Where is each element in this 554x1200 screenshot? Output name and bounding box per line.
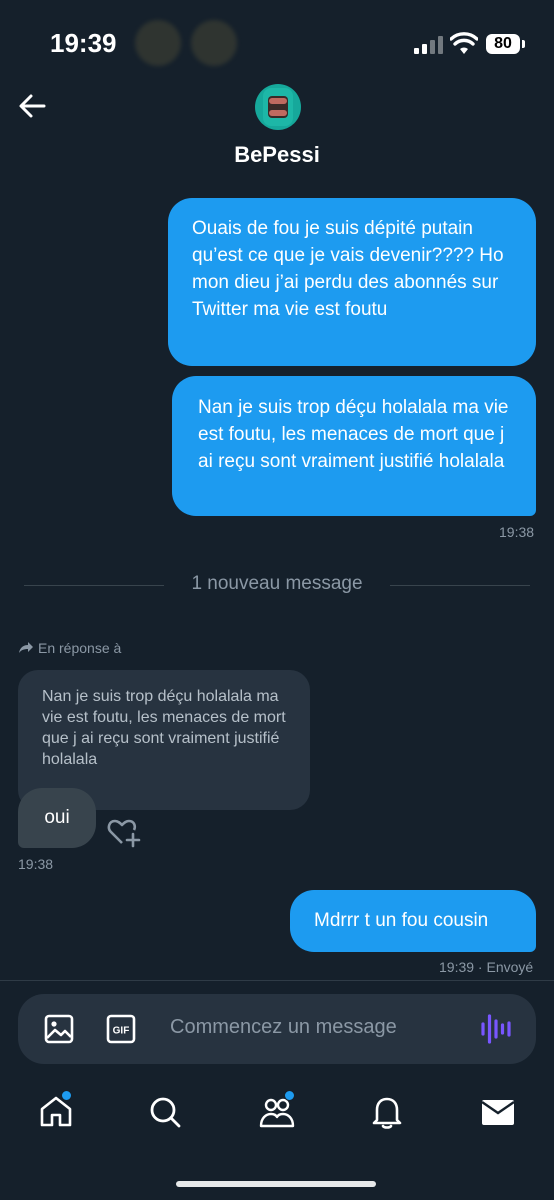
message-status: 19:39 · Envoyé bbox=[439, 959, 534, 975]
incoming-message[interactable]: oui bbox=[18, 788, 96, 848]
composer-separator bbox=[0, 980, 554, 981]
home-indicator[interactable] bbox=[176, 1181, 376, 1187]
image-icon[interactable] bbox=[44, 1014, 74, 1044]
contact-avatar[interactable] bbox=[255, 84, 301, 130]
cellular-signal-icon bbox=[414, 36, 444, 54]
contact-name[interactable]: BePessi bbox=[0, 142, 554, 168]
mail-icon[interactable] bbox=[478, 1092, 518, 1132]
new-message-divider: 1 nouveau message bbox=[191, 573, 363, 594]
battery-tip bbox=[522, 40, 525, 48]
gif-icon[interactable]: GIF bbox=[106, 1014, 136, 1044]
wifi-icon bbox=[450, 32, 478, 54]
blurred-status-icons bbox=[135, 20, 255, 66]
outgoing-message[interactable]: Mdrrr t un fou cousin bbox=[290, 890, 536, 952]
outgoing-message[interactable]: Ouais de fou je suis dépité putain qu’es… bbox=[168, 198, 536, 366]
status-bar: 19:39 80 bbox=[0, 0, 554, 80]
heart-plus-icon[interactable] bbox=[106, 816, 142, 848]
message-timestamp: 19:38 bbox=[499, 524, 535, 540]
message-input[interactable]: Commencez un message bbox=[170, 1016, 397, 1039]
bottom-tab-bar bbox=[0, 1080, 554, 1150]
message-timestamp: 19:38 bbox=[18, 856, 54, 872]
reply-arrow-icon bbox=[19, 642, 33, 653]
divider-line-right bbox=[390, 585, 530, 586]
svg-text:GIF: GIF bbox=[113, 1026, 130, 1037]
reply-label-text: En réponse à bbox=[38, 640, 122, 656]
outgoing-message[interactable]: Nan je suis trop déçu holalala ma vie es… bbox=[172, 376, 536, 516]
home-notification-dot bbox=[61, 1090, 72, 1101]
communities-notification-dot bbox=[284, 1090, 295, 1101]
reply-label: En réponse à bbox=[18, 640, 121, 656]
arrow-left-icon[interactable] bbox=[14, 88, 50, 124]
status-time: 19:39 bbox=[50, 28, 117, 58]
battery-indicator: 80 bbox=[486, 34, 520, 54]
search-icon[interactable] bbox=[145, 1092, 185, 1132]
voice-wave-icon[interactable] bbox=[480, 1012, 512, 1046]
bell-icon[interactable] bbox=[367, 1092, 407, 1132]
message-composer[interactable]: GIF Commencez un message bbox=[18, 994, 536, 1064]
